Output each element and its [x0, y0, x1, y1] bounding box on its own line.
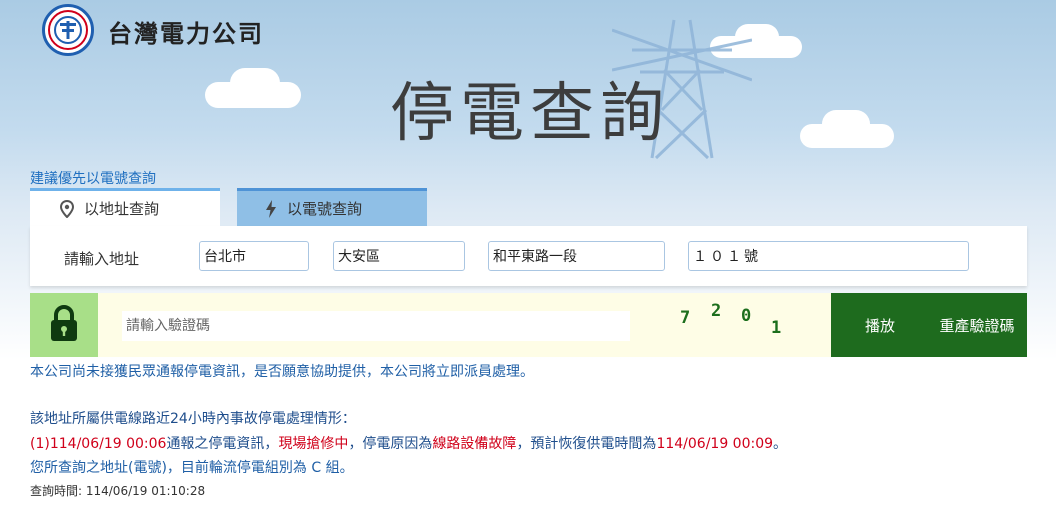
cloud-decoration	[230, 68, 280, 98]
tab-electricity-number-query[interactable]: 以電號查詢	[237, 188, 427, 226]
outage-record: (1)114/06/19 00:06通報之停電資訊，現場搶修中，停電原因為線路設…	[30, 433, 787, 453]
result-section-title: 該地址所屬供電線路近24小時內事故停電處理情形：	[30, 411, 356, 427]
report-time: 114/06/19 00:06	[49, 436, 167, 452]
cloud-decoration	[822, 110, 870, 138]
restore-time: 114/06/19 00:09	[656, 436, 774, 452]
captcha-digit: 0	[741, 306, 752, 326]
refresh-captcha-button[interactable]: 重產驗證碼	[930, 293, 1024, 357]
report-notice-link[interactable]: 本公司尚未接獲民眾通報停電資訊，是否願意協助提供，本公司將立即派員處理。	[30, 361, 534, 381]
outage-cause: 線路設備故障	[432, 436, 517, 452]
tab-label: 以電號查詢	[287, 200, 363, 218]
suggest-link[interactable]: 建議優先以電號查詢	[30, 168, 156, 188]
city-input[interactable]	[199, 241, 309, 271]
lock-icon	[49, 304, 79, 346]
rotation-group-text: 您所查詢之地址(電號)，目前輪流停電組別為 C 組。	[30, 460, 354, 476]
repair-status: 現場搶修中	[278, 436, 349, 452]
captcha-input[interactable]	[122, 311, 630, 341]
district-input[interactable]	[333, 241, 465, 271]
page-title: 停電查詢	[390, 77, 670, 151]
address-label: 請輸入地址	[64, 250, 140, 268]
captcha-lock-box	[30, 293, 98, 357]
map-pin-icon	[60, 199, 74, 218]
play-audio-button[interactable]: 播放	[838, 293, 922, 357]
record-text: ，停電原因為	[348, 436, 433, 452]
company-logo[interactable]	[42, 4, 94, 56]
record-text: 通報之停電資訊，	[166, 436, 279, 452]
tab-label: 以地址查詢	[84, 200, 160, 218]
query-time: 查詢時間: 114/06/19 01:10:28	[30, 484, 206, 498]
tab-address-query[interactable]: 以地址查詢	[30, 188, 220, 226]
captcha-digit: 2	[711, 301, 722, 321]
record-index: (1)	[30, 436, 50, 452]
lightning-icon	[265, 199, 277, 218]
captcha-digit: 7	[680, 308, 691, 328]
record-text: 。	[773, 436, 788, 452]
company-name: 台灣電力公司	[108, 19, 264, 48]
road-input[interactable]	[488, 241, 665, 271]
captcha-digit: 1	[771, 318, 782, 338]
taipower-logo-icon	[48, 10, 88, 50]
number-input[interactable]	[688, 241, 969, 271]
record-text: ，預計恢復供電時間為	[516, 436, 657, 452]
